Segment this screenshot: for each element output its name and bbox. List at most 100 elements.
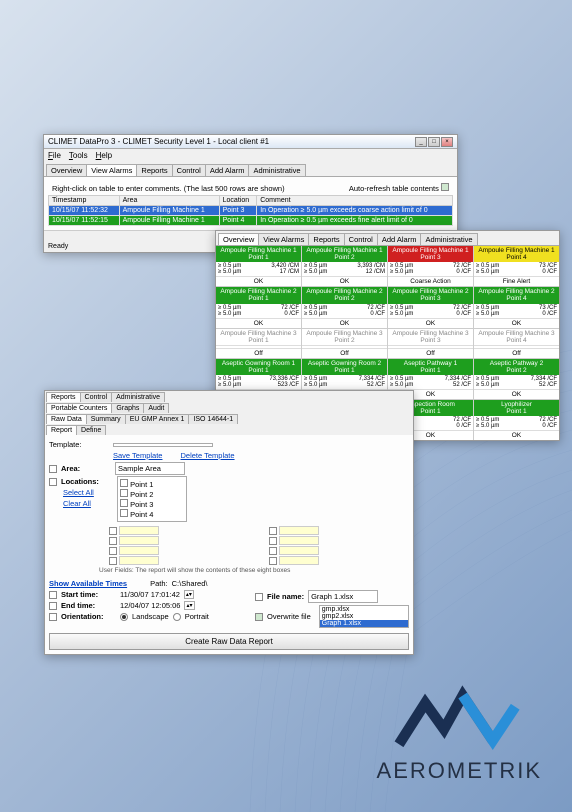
monitor-tile[interactable]: Ampoule Filling Machine 1Point 3≥ 0.5 µm… — [388, 246, 473, 286]
menu-file[interactable]: File — [48, 151, 61, 160]
clear-all-link[interactable]: Clear All — [63, 499, 91, 508]
area-select[interactable]: Sample Area — [115, 462, 185, 475]
spinner-icon[interactable]: ▴▾ — [184, 590, 194, 599]
user-field-2[interactable] — [269, 526, 409, 535]
tab-control[interactable]: Control — [344, 233, 378, 245]
subtab[interactable]: Raw Data — [46, 414, 87, 424]
subtab[interactable]: Portable Counters — [46, 403, 112, 413]
tab-reports[interactable]: Reports — [308, 233, 344, 245]
point-checkbox[interactable] — [120, 489, 128, 497]
subtab[interactable]: Reports — [46, 392, 81, 402]
monitor-tile[interactable]: Ampoule Filling Machine 2Point 2≥ 0.5 µm… — [302, 287, 387, 327]
file-option[interactable]: gmp.xlsx — [320, 606, 408, 613]
column-header[interactable]: Area — [119, 196, 219, 206]
table-row[interactable]: 10/15/07 11:52:15Ampoule Filling Machine… — [49, 216, 453, 226]
subtab[interactable]: Report — [46, 425, 77, 435]
filename-input[interactable]: Graph 1.xlsx — [308, 590, 378, 603]
create-report-button[interactable]: Create Raw Data Report — [49, 633, 409, 650]
tab-control[interactable]: Control — [172, 164, 206, 176]
tab-overview[interactable]: Overview — [46, 164, 87, 176]
monitor-tile[interactable]: Ampoule Filling Machine 2Point 3≥ 0.5 µm… — [388, 287, 473, 327]
point-checkbox[interactable] — [120, 479, 128, 487]
points-listbox[interactable]: Point 1 Point 2 Point 3 Point 4 — [117, 476, 187, 522]
tab-reports[interactable]: Reports — [136, 164, 172, 176]
save-template-link[interactable]: Save Template — [113, 451, 162, 460]
monitor-tile[interactable]: Ampoule Filling Machine 2Point 4≥ 0.5 µm… — [474, 287, 559, 327]
subtab[interactable]: Define — [76, 425, 106, 435]
monitor-tile[interactable]: Ampoule Filling Machine 1Point 1≥ 0.5 µm… — [216, 246, 301, 286]
monitor-tile[interactable]: Ampoule Filling Machine 3Point 2Off — [302, 329, 387, 358]
user-field-7[interactable] — [109, 556, 249, 565]
file-option[interactable]: Graph 1.xlsx — [320, 620, 408, 627]
tabs-level2: Portable CountersGraphsAudit — [45, 402, 413, 413]
point-item[interactable]: Point 1 — [120, 479, 184, 489]
alarm-table[interactable]: TimestampAreaLocationComment 10/15/07 11… — [48, 195, 453, 226]
subtab[interactable]: Administrative — [111, 392, 165, 402]
close-button[interactable]: × — [441, 137, 453, 147]
portrait-radio[interactable] — [173, 613, 181, 621]
area-checkbox[interactable] — [49, 465, 57, 473]
minimize-button[interactable]: _ — [415, 137, 427, 147]
landscape-radio[interactable] — [120, 613, 128, 621]
monitor-tile[interactable]: LyophilizerPoint 1≥ 0.5 µm72 /CF≥ 5.0 µm… — [474, 400, 559, 440]
monitor-tile[interactable]: Aseptic Pathway 2Point 2≥ 0.5 µm7,334 /C… — [474, 359, 559, 399]
column-header[interactable]: Comment — [257, 196, 453, 206]
tile-status: OK — [302, 276, 387, 286]
user-field-4[interactable] — [269, 536, 409, 545]
tab-view-alarms[interactable]: View Alarms — [258, 233, 309, 245]
monitor-tile[interactable]: Ampoule Filling Machine 1Point 2≥ 0.5 µm… — [302, 246, 387, 286]
file-list[interactable]: gmp.xlsxgmp2.xlsxGraph 1.xlsx — [319, 605, 409, 628]
monitor-tile[interactable]: Ampoule Filling Machine 3Point 4Off — [474, 329, 559, 358]
subtab[interactable]: Control — [80, 392, 113, 402]
user-field-6[interactable] — [269, 546, 409, 555]
overwrite-checkbox[interactable] — [255, 613, 263, 621]
tile-status: Off — [388, 348, 473, 358]
maximize-button[interactable]: □ — [428, 137, 440, 147]
point-checkbox[interactable] — [120, 499, 128, 507]
subtab[interactable]: Graphs — [111, 403, 144, 413]
filename-checkbox[interactable] — [255, 593, 263, 601]
tab-administrative[interactable]: Administrative — [248, 164, 305, 176]
subtab[interactable]: EU GMP Annex 1 — [125, 414, 190, 424]
user-field-8[interactable] — [269, 556, 409, 565]
user-field-3[interactable] — [109, 536, 249, 545]
subtab[interactable]: ISO 14644-1 — [188, 414, 238, 424]
delete-template-link[interactable]: Delete Template — [180, 451, 234, 460]
point-item[interactable]: Point 3 — [120, 499, 184, 509]
monitor-tile[interactable]: Ampoule Filling Machine 3Point 3Off — [388, 329, 473, 358]
tab-add-alarm[interactable]: Add Alarm — [377, 233, 422, 245]
point-item[interactable]: Point 2 — [120, 489, 184, 499]
file-option[interactable]: gmp2.xlsx — [320, 613, 408, 620]
monitor-tile[interactable]: Ampoule Filling Machine 1Point 4≥ 0.5 µm… — [474, 246, 559, 286]
titlebar[interactable]: CLIMET DataPro 3 - CLIMET Security Level… — [44, 135, 457, 149]
tile-header: Ampoule Filling Machine 2Point 4 — [474, 287, 559, 303]
column-header[interactable]: Location — [219, 196, 257, 206]
column-header[interactable]: Timestamp — [49, 196, 120, 206]
show-times-link[interactable]: Show Available Times — [49, 579, 127, 588]
spinner-icon[interactable]: ▴▾ — [184, 601, 194, 610]
subtab[interactable]: Audit — [143, 403, 169, 413]
start-checkbox[interactable] — [49, 591, 57, 599]
landscape-label: Landscape — [132, 612, 169, 621]
autorefresh-checkbox[interactable] — [441, 183, 449, 191]
tab-view-alarms[interactable]: View Alarms — [86, 164, 137, 176]
point-item[interactable]: Point 4 — [120, 509, 184, 519]
monitor-tile[interactable]: Ampoule Filling Machine 3Point 1Off — [216, 329, 301, 358]
monitor-tile[interactable]: Ampoule Filling Machine 2Point 1≥ 0.5 µm… — [216, 287, 301, 327]
locations-checkbox[interactable] — [49, 478, 57, 486]
menu-tools[interactable]: Tools — [69, 151, 88, 160]
tab-add-alarm[interactable]: Add Alarm — [205, 164, 250, 176]
tab-administrative[interactable]: Administrative — [420, 233, 477, 245]
orientation-checkbox[interactable] — [49, 613, 57, 621]
tile-header: Ampoule Filling Machine 3Point 4 — [474, 329, 559, 346]
template-select[interactable] — [113, 443, 213, 447]
menu-help[interactable]: Help — [96, 151, 112, 160]
point-checkbox[interactable] — [120, 509, 128, 517]
end-checkbox[interactable] — [49, 602, 57, 610]
subtab[interactable]: Summary — [86, 414, 126, 424]
table-row[interactable]: 10/15/07 11:52:32Ampoule Filling Machine… — [49, 206, 453, 216]
tab-overview[interactable]: Overview — [218, 233, 259, 245]
user-field-1[interactable] — [109, 526, 249, 535]
select-all-link[interactable]: Select All — [63, 488, 94, 497]
user-field-5[interactable] — [109, 546, 249, 555]
